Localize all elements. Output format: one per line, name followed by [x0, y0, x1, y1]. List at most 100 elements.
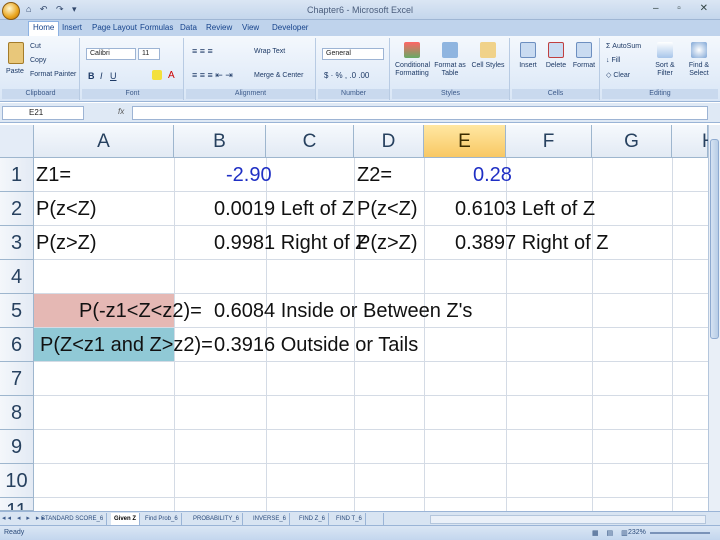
cell-styles-icon[interactable]: [480, 42, 496, 58]
column-header-g[interactable]: G: [592, 125, 672, 158]
column-header-f[interactable]: F: [506, 125, 592, 158]
bold-button[interactable]: B: [88, 71, 95, 81]
tab-formulas[interactable]: Formulas: [136, 22, 177, 33]
cell-b5[interactable]: 0.6084 Inside or Between Z's: [214, 294, 472, 328]
cell-b1[interactable]: -2.90: [226, 158, 272, 192]
currency-icon[interactable]: $ · % , .0 .00: [324, 71, 369, 80]
row-header-4[interactable]: 4: [0, 260, 34, 294]
styles-group: Conditional Formatting Format as Table C…: [392, 38, 510, 100]
view-mode-icons[interactable]: ▦ ▤ ▥: [592, 529, 631, 537]
find-select-icon[interactable]: [691, 42, 707, 58]
delete-cells-icon[interactable]: [548, 42, 564, 58]
fill-color-icon[interactable]: [152, 70, 162, 80]
cell-d2[interactable]: P(z<Z): [357, 192, 418, 226]
find-select-button[interactable]: Find & Select: [682, 62, 716, 78]
paste-icon[interactable]: [8, 42, 24, 64]
font-name-select[interactable]: Calibri: [86, 48, 136, 60]
vertical-scrollbar[interactable]: [708, 125, 720, 511]
sheet-tab[interactable]: Find Prob_6: [142, 513, 182, 525]
format-as-table-button[interactable]: Format as Table: [433, 62, 467, 78]
format-as-table-icon[interactable]: [442, 42, 458, 58]
wrap-text-button[interactable]: Wrap Text: [254, 48, 285, 55]
horizontal-scrollbar[interactable]: [430, 515, 706, 524]
conditional-formatting-icon[interactable]: [404, 42, 420, 58]
number-label: Number: [318, 89, 389, 99]
sheet-tab-active[interactable]: Given Z: [111, 513, 141, 525]
zoom-level[interactable]: 232%: [628, 529, 646, 536]
column-header-e[interactable]: E: [424, 125, 506, 158]
sheet-tab[interactable]: PROBABILITY_6: [190, 513, 244, 525]
cell-b6[interactable]: 0.3916 Outside or Tails: [214, 328, 418, 362]
tab-developer[interactable]: Developer: [268, 22, 312, 33]
number-format-select[interactable]: General: [322, 48, 384, 60]
vertical-scroll-thumb[interactable]: [710, 139, 719, 339]
font-size-select[interactable]: 11: [138, 48, 160, 60]
sheet-tab[interactable]: FIND Z_6: [296, 513, 330, 525]
cut-button[interactable]: Cut: [30, 43, 41, 50]
tab-review[interactable]: Review: [202, 22, 236, 33]
row-header-11[interactable]: 11: [0, 498, 34, 511]
cell-a2[interactable]: P(z<Z): [36, 192, 97, 226]
cell-b2[interactable]: 0.0019 Left of Z: [214, 192, 354, 226]
format-cells-icon[interactable]: [576, 42, 592, 58]
window-controls[interactable]: – ▫ ✕: [653, 3, 716, 14]
cell-e3[interactable]: 0.3897 Right of Z: [455, 226, 608, 260]
insert-cells-icon[interactable]: [520, 42, 536, 58]
row-header-2[interactable]: 2: [0, 192, 34, 226]
column-header-c[interactable]: C: [266, 125, 354, 158]
autosum-button[interactable]: Σ AutoSum: [606, 43, 641, 50]
row-header-9[interactable]: 9: [0, 430, 34, 464]
tab-page-layout[interactable]: Page Layout: [88, 22, 141, 33]
tab-data[interactable]: Data: [176, 22, 201, 33]
row-header-7[interactable]: 7: [0, 362, 34, 396]
select-all-corner[interactable]: [0, 125, 34, 158]
sort-filter-button[interactable]: Sort & Filter: [648, 62, 682, 78]
row-header-8[interactable]: 8: [0, 396, 34, 430]
clear-button[interactable]: ◇ Clear: [606, 71, 630, 79]
italic-button[interactable]: I: [100, 71, 103, 81]
column-header-d[interactable]: D: [354, 125, 424, 158]
insert-sheet-icon[interactable]: [368, 513, 384, 525]
row-header-6[interactable]: 6: [0, 328, 34, 362]
paste-button[interactable]: Paste: [6, 68, 24, 75]
sort-filter-icon[interactable]: [657, 42, 673, 58]
formula-input[interactable]: [132, 106, 708, 120]
cell-a3[interactable]: P(z>Z): [36, 226, 97, 260]
font-color-icon[interactable]: A: [168, 70, 175, 81]
cell-styles-button[interactable]: Cell Styles: [471, 62, 505, 70]
fill-button[interactable]: ↓ Fill: [606, 57, 620, 64]
row-header-3[interactable]: 3: [0, 226, 34, 260]
cell-a5[interactable]: P(-z1<Z<z2)=: [79, 294, 202, 328]
sheet-tab[interactable]: STANDARD SCORE_6: [38, 513, 108, 525]
align-top-icon[interactable]: ≡ ≡ ≡: [192, 46, 213, 56]
column-header-h[interactable]: H: [672, 125, 716, 158]
merge-center-button[interactable]: Merge & Center: [254, 72, 303, 79]
cell-d1[interactable]: Z2=: [357, 158, 392, 192]
cell-a1[interactable]: Z1=: [36, 158, 71, 192]
row-header-1[interactable]: 1: [0, 158, 34, 192]
sheet-tab[interactable]: INVERSE_6: [250, 513, 291, 525]
row-header-5[interactable]: 5: [0, 294, 34, 328]
column-header-a[interactable]: A: [34, 125, 174, 158]
format-painter-button[interactable]: Format Painter: [30, 71, 76, 78]
tab-insert[interactable]: Insert: [58, 22, 86, 33]
cell-a6[interactable]: P(Z<z1 and Z>z2)=: [40, 328, 213, 362]
fx-icon[interactable]: fx: [118, 107, 124, 116]
column-header-b[interactable]: B: [174, 125, 266, 158]
format-cells-button[interactable]: Format: [567, 62, 601, 70]
name-box[interactable]: E21: [2, 106, 84, 120]
align-left-icon[interactable]: ≡ ≡ ≡ ⇤ ⇥: [192, 70, 233, 81]
cell-e1[interactable]: 0.28: [473, 158, 512, 192]
row-header-10[interactable]: 10: [0, 464, 34, 498]
cell-b3[interactable]: 0.9981 Right of Z: [214, 226, 367, 260]
underline-button[interactable]: U: [110, 71, 117, 81]
tab-view[interactable]: View: [238, 22, 263, 33]
copy-button[interactable]: Copy: [30, 57, 46, 64]
ribbon: Paste Cut Copy Format Painter Clipboard …: [0, 36, 720, 102]
zoom-slider[interactable]: [650, 532, 710, 534]
conditional-formatting-button[interactable]: Conditional Formatting: [395, 62, 430, 78]
cell-d3[interactable]: P(z>Z): [357, 226, 418, 260]
cell-e2[interactable]: 0.6103 Left of Z: [455, 192, 595, 226]
sheet-tab[interactable]: FIND T_6: [333, 513, 366, 525]
tab-home[interactable]: Home: [28, 21, 60, 36]
